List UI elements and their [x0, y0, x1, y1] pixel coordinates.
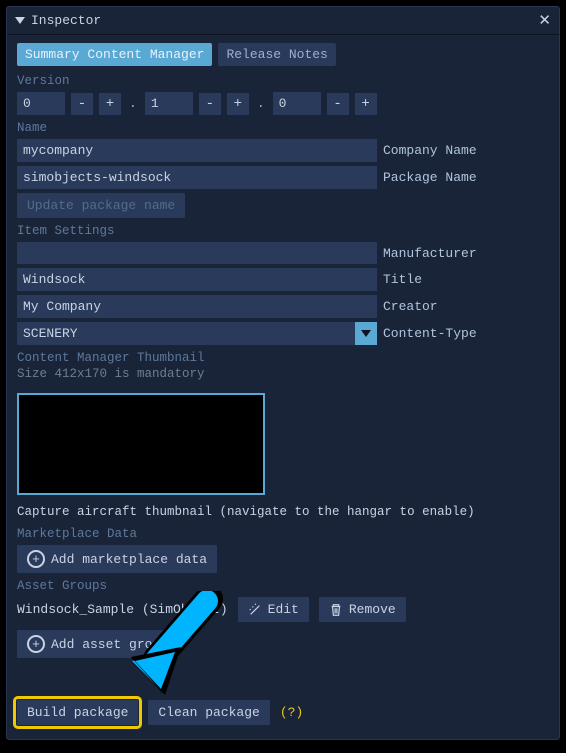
- close-icon[interactable]: ✕: [538, 11, 551, 30]
- manufacturer-input[interactable]: [17, 242, 377, 264]
- tab-summary-content-manager[interactable]: Summary Content Manager: [17, 43, 212, 66]
- company-name-label: Company Name: [383, 143, 477, 158]
- trash-icon: [329, 603, 343, 617]
- version-dot: .: [127, 96, 139, 111]
- version-patch-increment[interactable]: +: [355, 93, 377, 115]
- tab-release-notes[interactable]: Release Notes: [218, 43, 335, 66]
- version-dot: .: [255, 96, 267, 111]
- thumbnail-caption: Capture aircraft thumbnail (navigate to …: [7, 501, 559, 523]
- version-major-decrement[interactable]: -: [71, 93, 93, 115]
- window-title: Inspector: [31, 13, 101, 28]
- version-patch-decrement[interactable]: -: [327, 93, 349, 115]
- title-input[interactable]: Windsock: [17, 268, 377, 291]
- item-settings-label: Item Settings: [7, 220, 559, 240]
- thumbnail-label: Content Manager Thumbnail: [7, 347, 559, 367]
- creator-input[interactable]: My Company: [17, 295, 377, 318]
- content-type-label: Content-Type: [383, 326, 477, 341]
- manufacturer-label: Manufacturer: [383, 246, 477, 261]
- edit-asset-button[interactable]: Edit: [238, 597, 309, 622]
- add-asset-group-label: Add asset group: [51, 637, 168, 652]
- edit-label: Edit: [268, 602, 299, 617]
- add-marketplace-data-button[interactable]: + Add marketplace data: [17, 545, 217, 573]
- version-major-input[interactable]: 0: [17, 92, 65, 115]
- package-name-label: Package Name: [383, 170, 477, 185]
- thumbnail-preview: [17, 393, 265, 495]
- asset-groups-label: Asset Groups: [7, 575, 559, 595]
- remove-asset-button[interactable]: Remove: [319, 597, 406, 622]
- help-link[interactable]: (?): [280, 705, 303, 720]
- marketplace-label: Marketplace Data: [7, 523, 559, 543]
- plus-icon: +: [27, 550, 45, 568]
- edit-icon: [248, 603, 262, 617]
- content-type-value: SCENERY: [17, 322, 355, 345]
- version-minor-input[interactable]: 1: [145, 92, 193, 115]
- tabs: Summary Content Manager Release Notes: [7, 35, 559, 70]
- update-package-name-button[interactable]: Update package name: [17, 193, 185, 218]
- add-marketplace-label: Add marketplace data: [51, 552, 207, 567]
- title-label: Title: [383, 272, 422, 287]
- clean-package-button[interactable]: Clean package: [148, 700, 269, 725]
- creator-label: Creator: [383, 299, 438, 314]
- chevron-down-icon[interactable]: [355, 322, 377, 345]
- name-label: Name: [7, 117, 559, 137]
- version-minor-increment[interactable]: +: [227, 93, 249, 115]
- add-asset-group-button[interactable]: + Add asset group: [17, 630, 178, 658]
- version-patch-input[interactable]: 0: [273, 92, 321, 115]
- version-row: 0 - + . 1 - + . 0 - +: [7, 90, 559, 117]
- company-name-input[interactable]: mycompany: [17, 139, 377, 162]
- titlebar: Inspector ✕: [7, 7, 559, 35]
- version-major-increment[interactable]: +: [99, 93, 121, 115]
- remove-label: Remove: [349, 602, 396, 617]
- inspector-panel: Inspector ✕ Summary Content Manager Rele…: [6, 6, 560, 740]
- collapse-icon[interactable]: [15, 17, 25, 24]
- build-package-button[interactable]: Build package: [17, 700, 138, 725]
- version-label: Version: [7, 70, 559, 90]
- content-type-select[interactable]: SCENERY: [17, 322, 377, 345]
- version-minor-decrement[interactable]: -: [199, 93, 221, 115]
- package-name-input[interactable]: simobjects-windsock: [17, 166, 377, 189]
- thumbnail-hint: Size 412x170 is mandatory: [7, 367, 559, 387]
- plus-icon: +: [27, 635, 45, 653]
- asset-item: Windsock_Sample (SimObject): [17, 602, 228, 617]
